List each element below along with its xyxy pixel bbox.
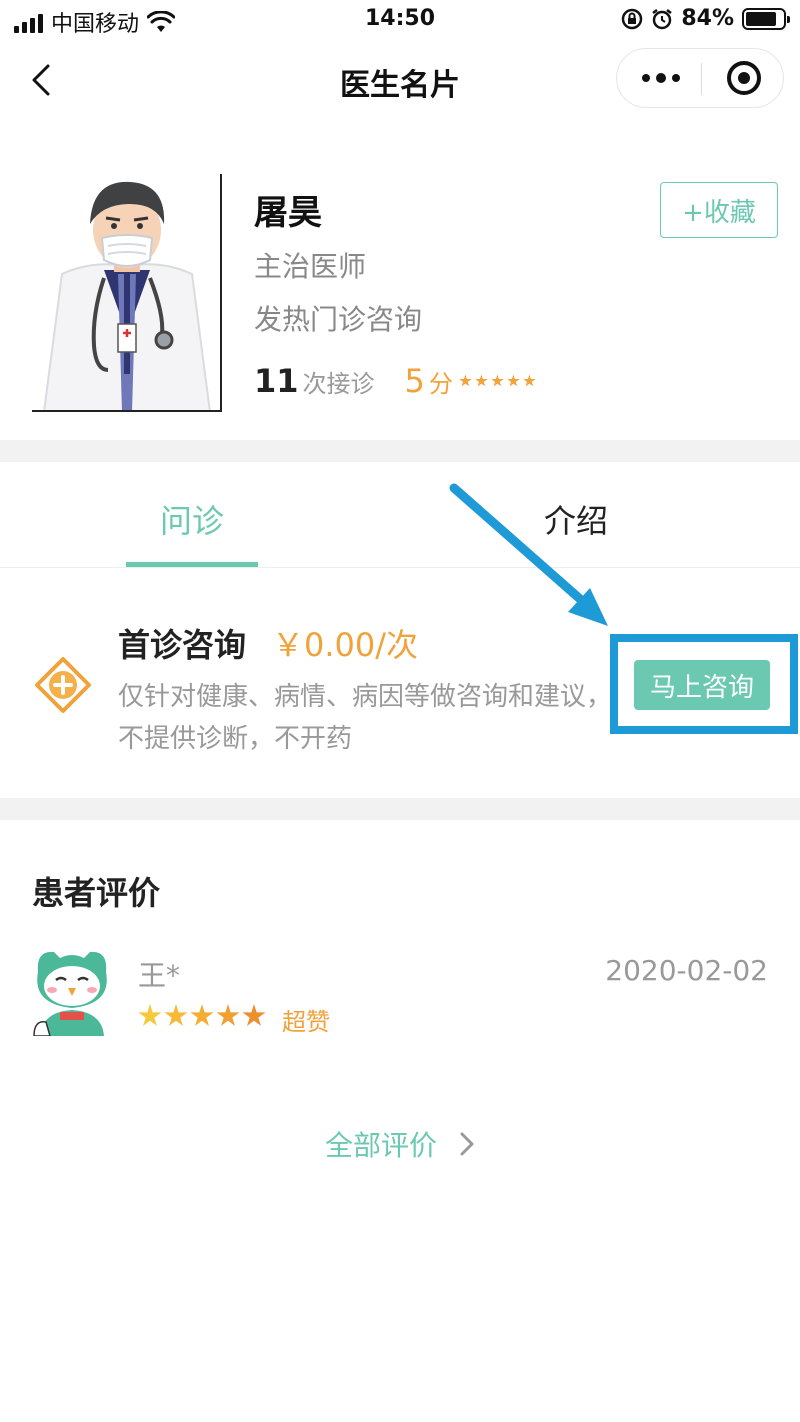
active-tab-indicator (126, 562, 258, 567)
battery-percent: 84% (681, 6, 734, 31)
consult-description: 仅针对健康、病情、病因等做咨询和建议，不提供诊断，不开药 (118, 682, 613, 754)
rating-stars (459, 374, 536, 388)
mini-program-capsule (616, 48, 784, 108)
doctor-illustration (42, 181, 212, 412)
annotation-arrow-icon (449, 483, 608, 626)
review-date: 2020-02-02 (605, 954, 768, 987)
review-tag: 超赞 (282, 1008, 330, 1036)
review-stars (138, 1004, 266, 1028)
consult-service-item: 首诊咨询 ￥0.00/次 仅针对健康、病情、病因等做咨询和建议，不提供诊断，不开… (0, 570, 800, 798)
close-target-icon[interactable] (727, 61, 761, 95)
visit-label: 次接诊 (302, 370, 375, 398)
star-icon (216, 1004, 240, 1026)
more-dots-icon[interactable] (631, 49, 691, 107)
review-item: 王* 2020-02-02 超赞 (0, 940, 800, 1040)
reviewer-name: 王* (138, 959, 181, 992)
highlight-box (610, 634, 798, 734)
star-icon (459, 374, 472, 387)
capsule-divider (701, 63, 702, 95)
tab-bar: 问诊 介绍 (0, 462, 800, 568)
nav-bar: 医生名片 (0, 40, 800, 120)
doctor-avatar (32, 174, 222, 412)
visit-count: 11 (254, 362, 299, 400)
section-divider (0, 440, 800, 462)
star-icon (491, 374, 504, 387)
battery-icon (742, 7, 790, 30)
all-reviews-label: 全部评价 (324, 1129, 437, 1162)
consult-price: ￥0.00/次 (272, 626, 419, 664)
star-icon (164, 1004, 188, 1026)
star-icon (138, 1004, 162, 1026)
battery-fill (746, 11, 777, 26)
chevron-right-icon (460, 1132, 474, 1156)
all-reviews-link[interactable]: 全部评价 (0, 1124, 800, 1164)
score-value: 5 (404, 362, 425, 400)
star-icon (242, 1004, 266, 1026)
score-label: 分 (428, 370, 453, 398)
reviewer-avatar (33, 951, 107, 1036)
doctor-department: 发热门诊咨询 (254, 303, 423, 336)
doctor-stats: 11 次接诊 5 分 (254, 362, 536, 400)
star-icon (523, 374, 536, 387)
reviews-heading: 患者评价 (32, 874, 161, 912)
star-icon (507, 374, 520, 387)
doctor-title: 主治医师 (254, 250, 367, 283)
orientation-lock-icon (622, 8, 643, 29)
star-icon (475, 374, 488, 387)
status-bar: 中国移动 14:50 84% (0, 0, 800, 40)
medical-cross-icon (35, 657, 91, 713)
section-divider (0, 798, 800, 820)
doctor-profile: 屠昊 主治医师 发热门诊咨询 11 次接诊 5 分 +收藏 (0, 140, 800, 440)
consult-title: 首诊咨询 (118, 626, 247, 664)
tab-consult[interactable]: 问诊 (160, 496, 224, 542)
doctor-name: 屠昊 (254, 193, 322, 233)
star-icon (190, 1004, 214, 1026)
alarm-icon (652, 8, 673, 29)
favorite-button[interactable]: +收藏 (660, 182, 778, 238)
